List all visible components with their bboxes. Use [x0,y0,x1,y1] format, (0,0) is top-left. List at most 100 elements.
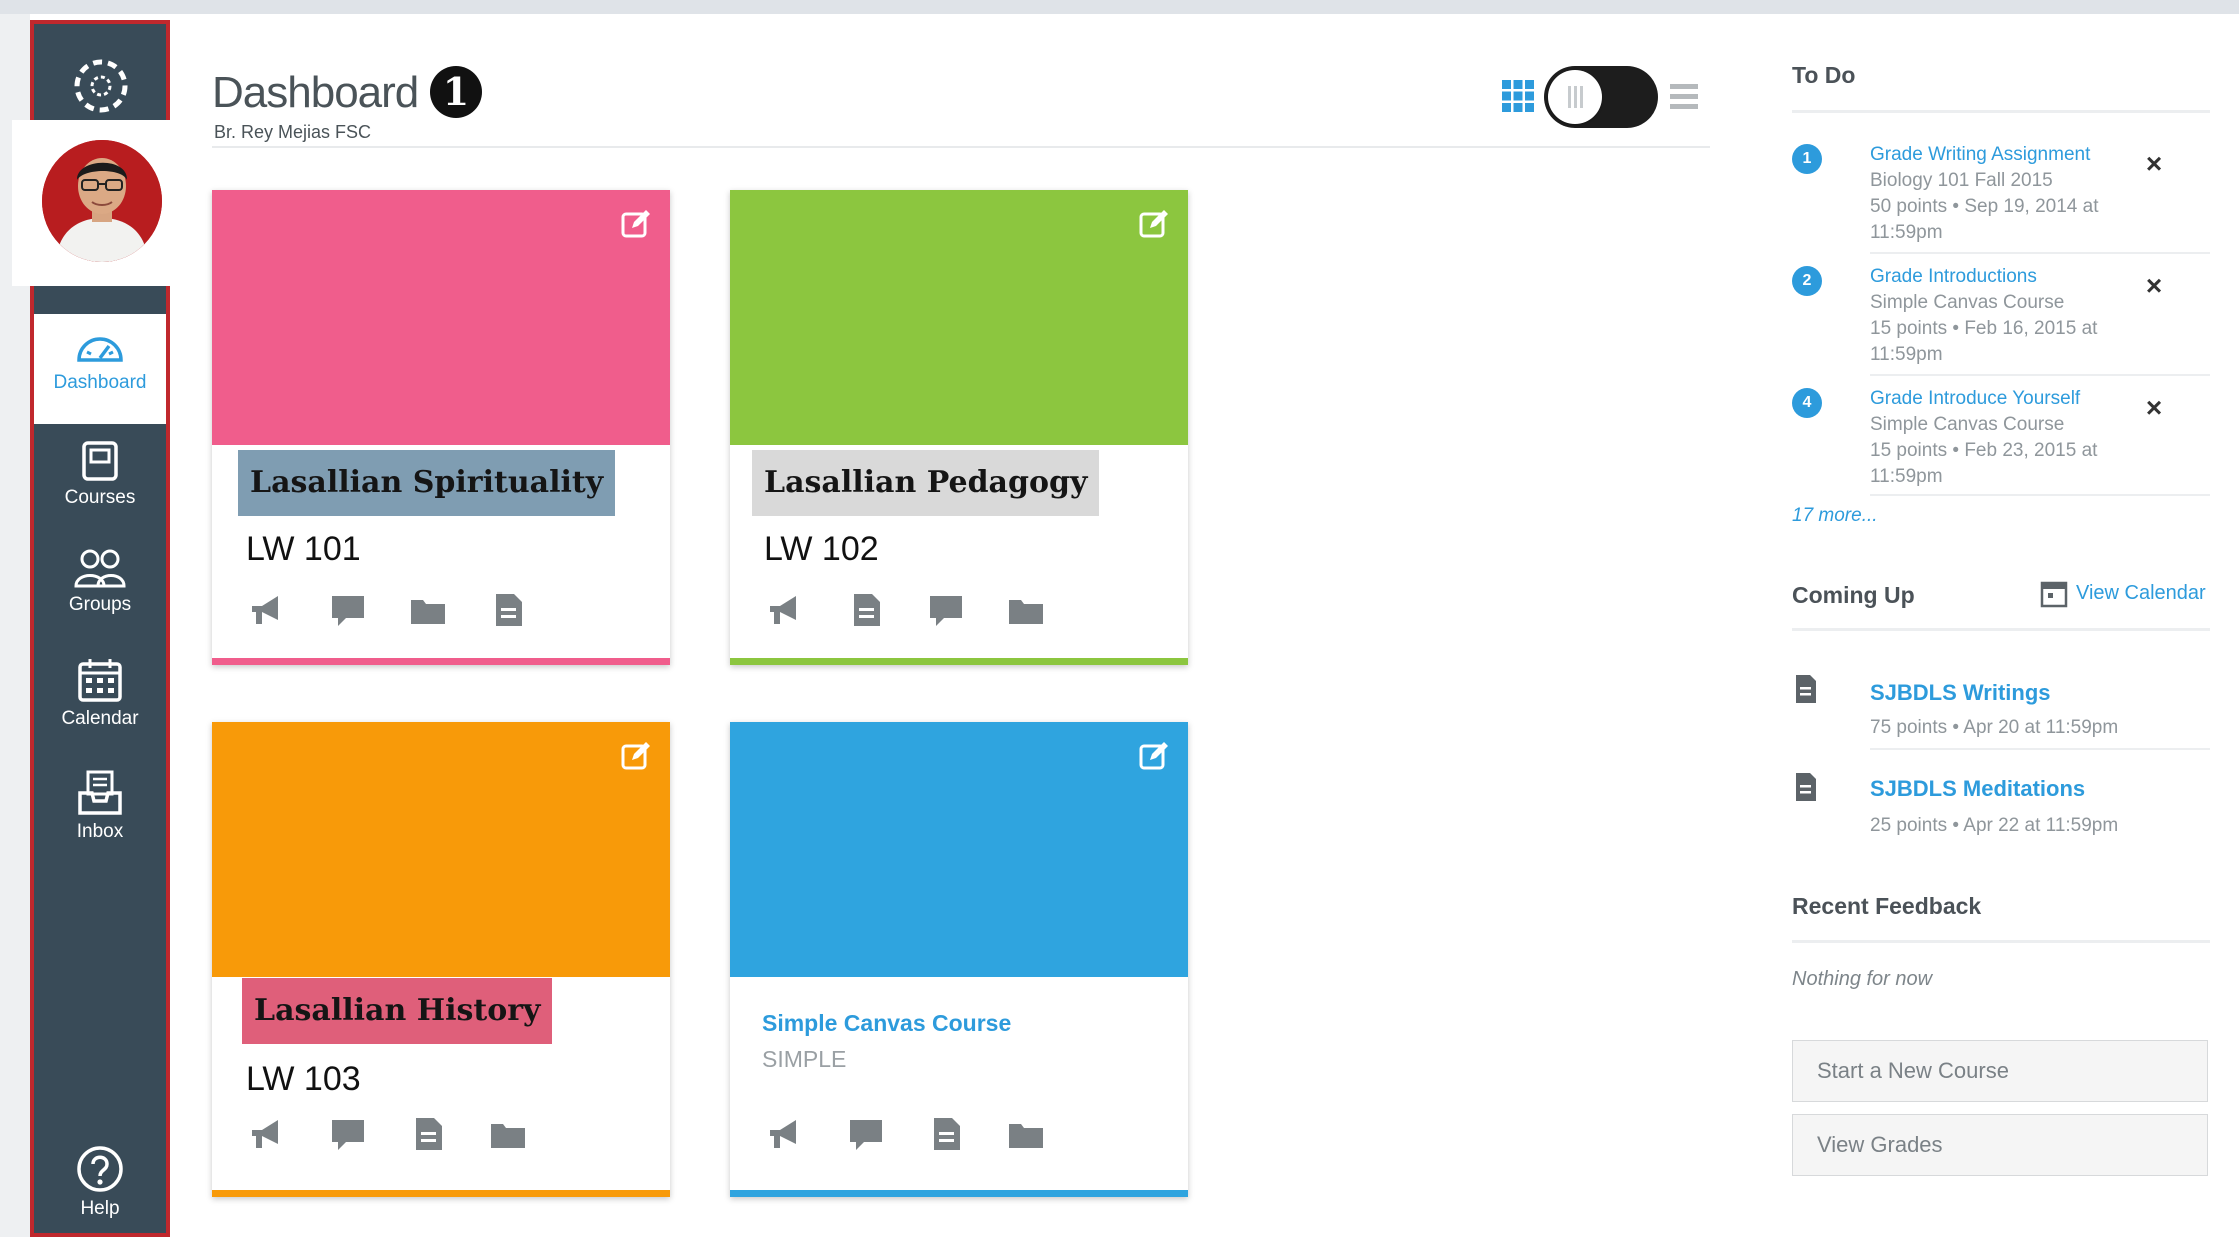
announcements-icon[interactable] [766,1114,806,1154]
todo-item-meta: Simple Canvas Course 15 points • Feb 16,… [1870,292,2098,365]
todo-count-badge: 4 [1792,388,1822,418]
todo-item-title[interactable]: Grade Introduce Yourself [1870,388,2080,410]
assignments-icon[interactable] [846,590,886,630]
user-photo [42,140,162,262]
recent-feedback-heading: Recent Feedback [1792,893,1982,919]
coming-up-item-divider [1870,748,2210,750]
canvas-logo-icon[interactable] [69,54,133,118]
view-toggle[interactable] [1544,66,1658,128]
view-calendar-link[interactable]: View Calendar [2076,582,2206,605]
announcements-icon[interactable] [766,590,806,630]
course-color-bar [730,1190,1188,1197]
assignments-icon[interactable] [408,1114,448,1154]
files-icon[interactable] [488,1114,528,1154]
start-new-course-button[interactable]: Start a New Course [1792,1040,2208,1102]
nav-item-calendar[interactable]: Calendar [34,646,166,756]
feedback-divider [1792,940,2210,943]
files-icon[interactable] [1006,1114,1046,1154]
edit-color-icon[interactable] [620,740,652,772]
view-grades-button[interactable]: View Grades [1792,1114,2208,1176]
todo-item-title[interactable]: Grade Writing Assignment [1870,144,2090,166]
browser-top-strip [0,0,2239,14]
assignments-icon[interactable] [488,590,528,630]
nav-item-help[interactable]: Help [34,1134,166,1244]
course-color-bar [212,658,670,665]
nav-label-inbox: Inbox [76,821,124,842]
calendar-icon [78,659,122,702]
groups-icon [74,549,126,588]
course-card[interactable]: Lasallian Pedagogy LW 102 [730,190,1188,665]
course-card-hero[interactable] [212,190,670,445]
todo-item-meta: Simple Canvas Course 15 points • Feb 23,… [1870,414,2098,487]
todo-heading: To Do [1792,62,1856,88]
card-view-icon[interactable] [1502,80,1534,112]
calendar-icon[interactable] [2040,580,2068,608]
files-icon[interactable] [1006,590,1046,630]
todo-item-divider [1870,252,2210,254]
dismiss-close-icon[interactable]: × [2140,394,2168,422]
edit-color-icon[interactable] [620,208,652,240]
announcements-icon[interactable] [248,590,288,630]
todo-more-link[interactable]: 17 more... [1792,505,1878,527]
nav-item-courses[interactable]: Courses [34,429,166,539]
course-actions [212,1114,670,1154]
todo-item-title[interactable]: Grade Introductions [1870,266,2037,288]
courses-icon [82,441,118,481]
nav-label-calendar: Calendar [61,708,139,729]
course-card-hero[interactable] [212,722,670,977]
edit-color-icon[interactable] [1138,740,1170,772]
course-code: LW 103 [246,1060,361,1098]
header-divider [212,146,1710,148]
files-icon[interactable] [408,590,448,630]
discussions-icon[interactable] [328,1114,368,1154]
nav-label-help: Help [80,1198,120,1219]
course-title-tag[interactable]: Lasallian Spirituality [238,450,616,516]
assignment-icon [1796,773,1816,801]
dismiss-close-icon[interactable]: × [2140,150,2168,178]
edit-color-icon[interactable] [1138,208,1170,240]
nav-item-inbox[interactable]: Inbox [34,759,166,869]
dismiss-close-icon[interactable]: × [2140,272,2168,300]
todo-divider [1792,110,2210,113]
todo-item-divider [1870,494,2210,496]
coming-up-title[interactable]: SJBDLS Writings [1870,680,2051,706]
course-title-tag[interactable]: Lasallian History [242,978,553,1044]
course-card-hero[interactable] [730,190,1188,445]
coming-up-divider [1792,628,2210,631]
help-icon [77,1146,123,1192]
course-title-link[interactable]: Simple Canvas Course [762,1010,1011,1037]
announcements-icon[interactable] [248,1114,288,1154]
course-color-bar [730,658,1188,665]
discussions-icon[interactable] [328,590,368,630]
list-view-icon[interactable] [1670,82,1698,112]
course-actions [730,1114,1188,1154]
toggle-knob [1548,70,1602,124]
dashboard-icon [77,337,123,362]
course-title-tag[interactable]: Lasallian Pedagogy [752,450,1100,516]
todo-count-badge: 2 [1792,266,1822,296]
avatar [42,140,162,262]
course-code: LW 102 [764,530,879,568]
nav-item-groups[interactable]: Groups [34,536,166,646]
nav-label-dashboard: Dashboard [53,372,147,393]
coming-up-title[interactable]: SJBDLS Meditations [1870,776,2085,802]
course-actions [730,590,1188,630]
course-card[interactable]: Simple Canvas Course SIMPLE [730,722,1188,1197]
nav-item-dashboard[interactable]: Dashboard [34,314,166,424]
course-code: LW 101 [246,530,361,568]
profile-avatar-box[interactable] [12,120,174,286]
course-actions [212,590,670,630]
discussions-icon[interactable] [846,1114,886,1154]
nav-label-groups: Groups [68,594,132,615]
inbox-icon [78,770,122,815]
course-short-name: SIMPLE [762,1046,847,1072]
nav-label-courses: Courses [64,487,136,508]
feedback-empty-text: Nothing for now [1792,968,1933,990]
assignments-icon[interactable] [926,1114,966,1154]
course-card[interactable]: Lasallian History LW 103 [212,722,670,1197]
coming-up-heading: Coming Up [1792,582,1915,608]
course-card[interactable]: Lasallian Spirituality LW 101 [212,190,670,665]
course-card-hero[interactable] [730,722,1188,977]
discussions-icon[interactable] [926,590,966,630]
page-title: Dashboard [212,68,419,117]
